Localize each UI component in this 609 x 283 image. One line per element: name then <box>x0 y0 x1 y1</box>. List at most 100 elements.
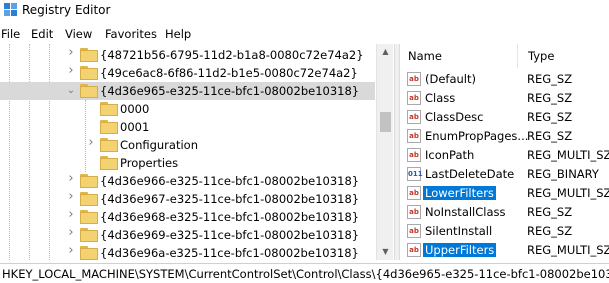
value-row[interactable]: ab LowerFilters REG_MULTI_SZ <box>400 184 609 203</box>
tree-node-0001[interactable]: 0001 <box>0 118 375 136</box>
value-type: REG_MULTI_SZ <box>527 186 609 200</box>
chevron-right-icon[interactable]: › <box>66 226 76 239</box>
value-row[interactable]: 011 LastDeleteDate REG_BINARY <box>400 165 609 184</box>
value-row[interactable]: ab ClassDesc REG_SZ <box>400 108 609 127</box>
tree-node-0000[interactable]: 0000 <box>0 100 375 118</box>
column-header-type[interactable]: Type <box>518 44 609 68</box>
tree-node-label: 0001 <box>120 120 150 134</box>
column-header-name[interactable]: Name <box>400 44 518 68</box>
tree-node-label: {48721b56-6795-11d2-b1a8-0080c72e74a2} <box>100 48 364 62</box>
value-list[interactable]: Name Type ab (Default) REG_SZ ab Class REG_SZ… <box>400 44 609 260</box>
value-row[interactable]: ab NoInstallClass REG_SZ <box>400 203 609 222</box>
value-row[interactable]: ab UpperFilters REG_MULTI_SZ <box>400 241 609 260</box>
tree-node-label: {4d36e96a-e325-11ce-bfc1-08002be10318} <box>100 246 359 260</box>
value-row[interactable]: ab SilentInstall REG_SZ <box>400 222 609 241</box>
value-row[interactable]: ab EnumPropPages... REG_SZ <box>400 127 609 146</box>
value-type: REG_SZ <box>527 129 573 143</box>
value-row[interactable]: ab (Default) REG_SZ <box>400 70 609 89</box>
scroll-up-icon[interactable]: ▲ <box>377 44 394 60</box>
chevron-right-icon[interactable]: › <box>86 136 96 149</box>
value-type: REG_BINARY <box>527 167 599 181</box>
tree-node-4d36e968-e325-11ce-bfc1-08002be10318[interactable]: › {4d36e968-e325-11ce-bfc1-08002be10318} <box>0 208 375 226</box>
string-value-icon: ab <box>407 72 421 86</box>
tree-node-label: 0000 <box>120 102 150 116</box>
key-tree[interactable]: › {48721b56-6795-11d2-b1a8-0080c72e74a2} ›… <box>0 44 394 260</box>
folder-icon <box>100 102 118 116</box>
folder-icon <box>80 246 98 260</box>
menu-help[interactable]: Help <box>165 27 191 41</box>
value-type: REG_SZ <box>527 110 573 124</box>
chevron-right-icon[interactable]: › <box>66 208 76 221</box>
chevron-right-icon[interactable]: › <box>66 190 76 203</box>
string-value-icon: ab <box>407 205 421 219</box>
tree-node-label: {4d36e965-e325-11ce-bfc1-08002be10318} <box>100 84 360 98</box>
value-type: REG_SZ <box>527 224 573 238</box>
folder-icon <box>80 174 98 188</box>
folder-icon <box>100 138 118 152</box>
value-name: Class <box>425 91 456 105</box>
chevron-right-icon[interactable]: › <box>66 244 76 257</box>
menu-view[interactable]: View <box>65 27 92 41</box>
tree-node-4d36e966-e325-11ce-bfc1-08002be10318[interactable]: › {4d36e966-e325-11ce-bfc1-08002be10318} <box>0 172 375 190</box>
value-type: REG_SZ <box>527 205 573 219</box>
value-name: IconPath <box>425 148 475 162</box>
folder-icon <box>80 84 98 98</box>
window-title: Registry Editor <box>22 3 111 17</box>
menu-favorites[interactable]: Favorites <box>105 27 157 41</box>
string-value-icon: ab <box>407 91 421 105</box>
scroll-down-icon[interactable]: ▼ <box>377 244 394 260</box>
value-type: REG_SZ <box>527 91 573 105</box>
tree-node-4d36e965-e325-11ce-bfc1-08002be10318[interactable]: ⌄ {4d36e965-e325-11ce-bfc1-08002be10318} <box>0 82 375 100</box>
string-value-icon: ab <box>407 110 421 124</box>
chevron-down-icon[interactable]: ⌄ <box>66 85 76 97</box>
menu-bar: File Edit View Favorites Help <box>0 25 609 43</box>
value-name: NoInstallClass <box>425 205 506 219</box>
value-name: UpperFilters <box>423 243 497 257</box>
string-value-icon: ab <box>407 224 421 238</box>
folder-icon <box>80 228 98 242</box>
folder-icon <box>80 48 98 62</box>
scroll-thumb[interactable] <box>380 112 391 132</box>
folder-icon <box>100 120 118 134</box>
tree-node-49ce6ac8-6f86-11d2-b1e5-0080c72e74a2[interactable]: › {49ce6ac8-6f86-11d2-b1e5-0080c72e74a2} <box>0 64 375 82</box>
folder-icon <box>80 66 98 80</box>
value-type: REG_SZ <box>527 72 573 86</box>
value-row[interactable]: ab IconPath REG_MULTI_SZ <box>400 146 609 165</box>
chevron-right-icon[interactable]: › <box>66 46 76 59</box>
string-value-icon: ab <box>407 186 421 200</box>
value-name: (Default) <box>425 72 476 86</box>
title-bar: Registry Editor <box>0 0 609 22</box>
tree-node-label: {49ce6ac8-6f86-11d2-b1e5-0080c72e74a2} <box>100 66 358 80</box>
tree-node-label: {4d36e968-e325-11ce-bfc1-08002be10318} <box>100 210 360 224</box>
chevron-right-icon[interactable]: › <box>66 172 76 185</box>
chevron-right-icon[interactable]: › <box>66 64 76 77</box>
tree-node-configuration[interactable]: › Configuration <box>0 136 375 154</box>
status-path: HKEY_LOCAL_MACHINE\SYSTEM\CurrentControl… <box>2 267 609 281</box>
tree-node-4d36e967-e325-11ce-bfc1-08002be10318[interactable]: › {4d36e967-e325-11ce-bfc1-08002be10318} <box>0 190 375 208</box>
menu-file[interactable]: File <box>1 27 20 41</box>
value-name: LowerFilters <box>423 186 496 200</box>
tree-node-label: {4d36e967-e325-11ce-bfc1-08002be10318} <box>100 192 360 206</box>
folder-icon <box>80 210 98 224</box>
tree-node-label: {4d36e966-e325-11ce-bfc1-08002be10318} <box>100 174 360 188</box>
tree-node-4d36e969-e325-11ce-bfc1-08002be10318[interactable]: › {4d36e969-e325-11ce-bfc1-08002be10318} <box>0 226 375 244</box>
binary-value-icon: 011 <box>407 167 423 181</box>
tree-node-label: Properties <box>120 156 179 170</box>
tree-node-label: {4d36e969-e325-11ce-bfc1-08002be10318} <box>100 228 360 242</box>
string-value-icon: ab <box>407 243 421 257</box>
value-name: EnumPropPages... <box>425 129 529 143</box>
registry-editor-icon <box>4 3 17 16</box>
tree-node-4d36e96a-e325-11ce-bfc1-08002be10318[interactable]: › {4d36e96a-e325-11ce-bfc1-08002be10318} <box>0 244 375 260</box>
tree-node-properties[interactable]: Properties <box>0 154 375 172</box>
value-name: SilentInstall <box>425 224 493 238</box>
string-value-icon: ab <box>407 129 421 143</box>
value-name: ClassDesc <box>425 110 484 124</box>
value-type: REG_MULTI_SZ <box>527 243 609 257</box>
tree-scrollbar[interactable]: ▲ ▼ <box>376 44 393 260</box>
value-type: REG_MULTI_SZ <box>527 148 609 162</box>
status-bar: HKEY_LOCAL_MACHINE\SYSTEM\CurrentControl… <box>0 263 609 283</box>
value-row[interactable]: ab Class REG_SZ <box>400 89 609 108</box>
tree-node-48721b56-6795-11d2-b1a8-0080c72e74a2[interactable]: › {48721b56-6795-11d2-b1a8-0080c72e74a2} <box>0 46 375 64</box>
menu-edit[interactable]: Edit <box>31 27 53 41</box>
folder-icon <box>80 192 98 206</box>
